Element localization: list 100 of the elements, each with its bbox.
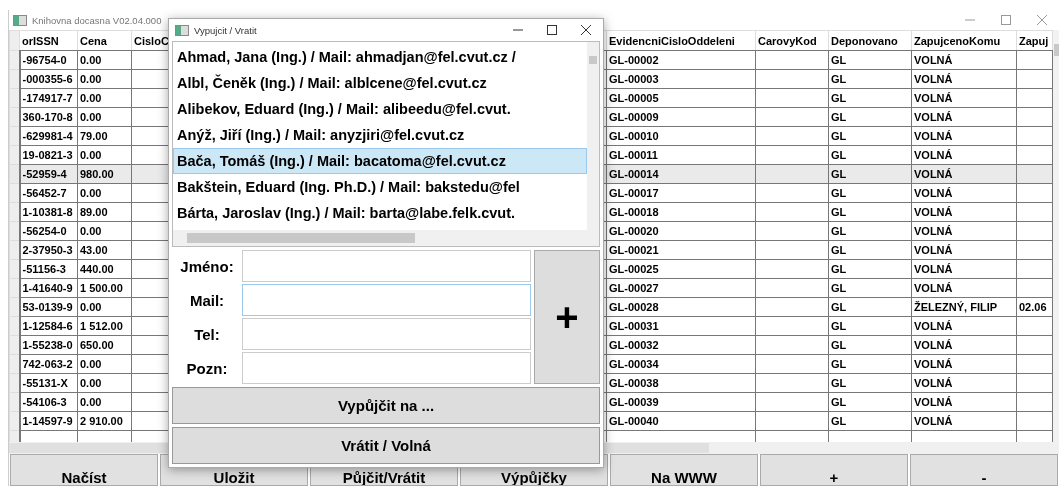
table-cell: GL bbox=[831, 244, 847, 256]
table-cell: GL bbox=[831, 111, 847, 123]
table-cell: GL-00021 bbox=[609, 244, 659, 256]
table-cell: -56254-0 bbox=[22, 225, 67, 237]
table-cell: GL-00025 bbox=[609, 263, 659, 275]
table-cell: VOLNÁ bbox=[914, 73, 953, 85]
table-cell: VOLNÁ bbox=[914, 168, 953, 180]
table-cell: -55131-X bbox=[22, 377, 68, 389]
table-cell: 19-0821-3 bbox=[22, 149, 73, 161]
table-cell: 0.00 bbox=[80, 225, 102, 237]
table-cell: 1-55238-0 bbox=[22, 339, 73, 351]
table-cell: GL-00040 bbox=[609, 415, 659, 427]
table-cell: VOLNÁ bbox=[914, 244, 953, 256]
table-cell: GL-00005 bbox=[609, 92, 659, 104]
table-cell: -54106-3 bbox=[22, 396, 67, 408]
table-cell: GL-00017 bbox=[609, 187, 659, 199]
table-cell: GL bbox=[831, 54, 847, 66]
table-cell: GL-00018 bbox=[609, 206, 659, 218]
table-cell: GL-00010 bbox=[609, 130, 659, 142]
table-cell: 980.00 bbox=[80, 168, 114, 180]
table-cell: GL-00014 bbox=[609, 168, 659, 180]
table-cell: VOLNÁ bbox=[914, 225, 953, 237]
table-cell: 89.00 bbox=[80, 206, 108, 218]
table-cell: GL-00027 bbox=[609, 282, 659, 294]
table-cell: GL bbox=[831, 187, 847, 199]
table-cell: GL bbox=[831, 92, 847, 104]
table-cell: VOLNÁ bbox=[914, 111, 953, 123]
table-cell: 1-12584-6 bbox=[22, 320, 73, 332]
table-cell: 1 500.00 bbox=[80, 282, 123, 294]
table-cell: GL-00034 bbox=[609, 358, 659, 370]
table-cell: 0.00 bbox=[80, 187, 102, 199]
table-cell: GL-00038 bbox=[609, 377, 659, 389]
table-cell: 440.00 bbox=[80, 263, 114, 275]
table-cell: GL-00002 bbox=[609, 54, 659, 66]
table-cell: 43.00 bbox=[80, 244, 108, 256]
table-cell: VOLNÁ bbox=[914, 92, 953, 104]
table-cell: 0.00 bbox=[80, 73, 102, 85]
table-cell: 0.00 bbox=[80, 301, 102, 313]
table-cell: GL bbox=[831, 320, 847, 332]
table-cell: -000355-6 bbox=[22, 73, 73, 85]
table-cell: VOLNÁ bbox=[914, 358, 953, 370]
table-cell: VOLNÁ bbox=[914, 263, 953, 275]
table-cell: VOLNÁ bbox=[914, 396, 953, 408]
table-cell: VOLNÁ bbox=[914, 130, 953, 142]
field-label: Jméno: bbox=[179, 257, 235, 275]
table-cell: 1 512.00 bbox=[80, 320, 123, 332]
table-cell: 0.00 bbox=[80, 111, 102, 123]
table-cell: VOLNÁ bbox=[914, 339, 953, 351]
table-cell: GL bbox=[831, 396, 847, 408]
table-cell: 0.00 bbox=[80, 377, 102, 389]
table-cell: ŽELEZNÝ, FILIP bbox=[914, 301, 998, 313]
table-cell: GL-00028 bbox=[609, 301, 659, 313]
table-cell: 02.06 bbox=[1019, 301, 1047, 313]
table-cell: GL-00011 bbox=[609, 149, 658, 161]
table-cell: VOLNÁ bbox=[914, 149, 953, 161]
table-cell: -629981-4 bbox=[22, 130, 73, 142]
table-cell: VOLNÁ bbox=[914, 377, 953, 389]
table-cell: GL-00031 bbox=[609, 320, 659, 332]
table-cell: 1-41640-9 bbox=[22, 282, 73, 294]
table-cell: VOLNÁ bbox=[914, 415, 953, 427]
table-cell: 53-0139-9 bbox=[22, 301, 73, 313]
window-title: Vypujcit / Vratit bbox=[194, 24, 257, 36]
window-title: Knihovna docasna V02.04.000 bbox=[32, 14, 162, 26]
table-cell: 742-063-2 bbox=[22, 358, 73, 370]
table-cell: GL bbox=[831, 377, 847, 389]
table-cell: 0.00 bbox=[80, 396, 102, 408]
table-cell: -174917-7 bbox=[22, 92, 73, 104]
table-cell: GL bbox=[831, 225, 847, 237]
table-cell: -56452-7 bbox=[22, 187, 67, 199]
table-cell: VOLNÁ bbox=[914, 187, 953, 199]
table-cell: GL bbox=[831, 263, 847, 275]
table-cell: GL bbox=[831, 73, 847, 85]
table-cell: GL bbox=[831, 149, 847, 161]
table-cell: 0.00 bbox=[80, 54, 102, 66]
table-cell: 650.00 bbox=[80, 339, 114, 351]
table-cell: 0.00 bbox=[80, 149, 102, 161]
table-cell: GL bbox=[831, 301, 847, 313]
table-cell: GL-00020 bbox=[609, 225, 659, 237]
table-cell: GL bbox=[831, 282, 847, 294]
table-cell: GL bbox=[831, 206, 847, 218]
table-cell: GL-00032 bbox=[609, 339, 659, 351]
table-cell: -96754-0 bbox=[22, 54, 67, 66]
table-cell: VOLNÁ bbox=[914, 282, 953, 294]
table-cell: 2-37950-3 bbox=[22, 244, 73, 256]
table-cell: GL bbox=[831, 168, 847, 180]
table-cell: 0.00 bbox=[80, 358, 102, 370]
table-cell: -51156-3 bbox=[22, 263, 66, 275]
table-cell: GL bbox=[831, 415, 847, 427]
table-cell: 2 910.00 bbox=[80, 415, 123, 427]
table-cell: VOLNÁ bbox=[914, 54, 953, 66]
table-cell: VOLNÁ bbox=[914, 206, 953, 218]
table-cell: GL bbox=[831, 339, 847, 351]
table-cell: 360-170-8 bbox=[22, 111, 73, 123]
table-cell: 79.00 bbox=[80, 130, 108, 142]
table-cell: VOLNÁ bbox=[914, 320, 953, 332]
table-cell: -52959-4 bbox=[22, 168, 67, 180]
table-cell: 1-10381-8 bbox=[22, 206, 73, 218]
table-cell: GL bbox=[831, 130, 847, 142]
table-cell: GL-00003 bbox=[609, 73, 659, 85]
table-cell: GL-00009 bbox=[609, 111, 659, 123]
